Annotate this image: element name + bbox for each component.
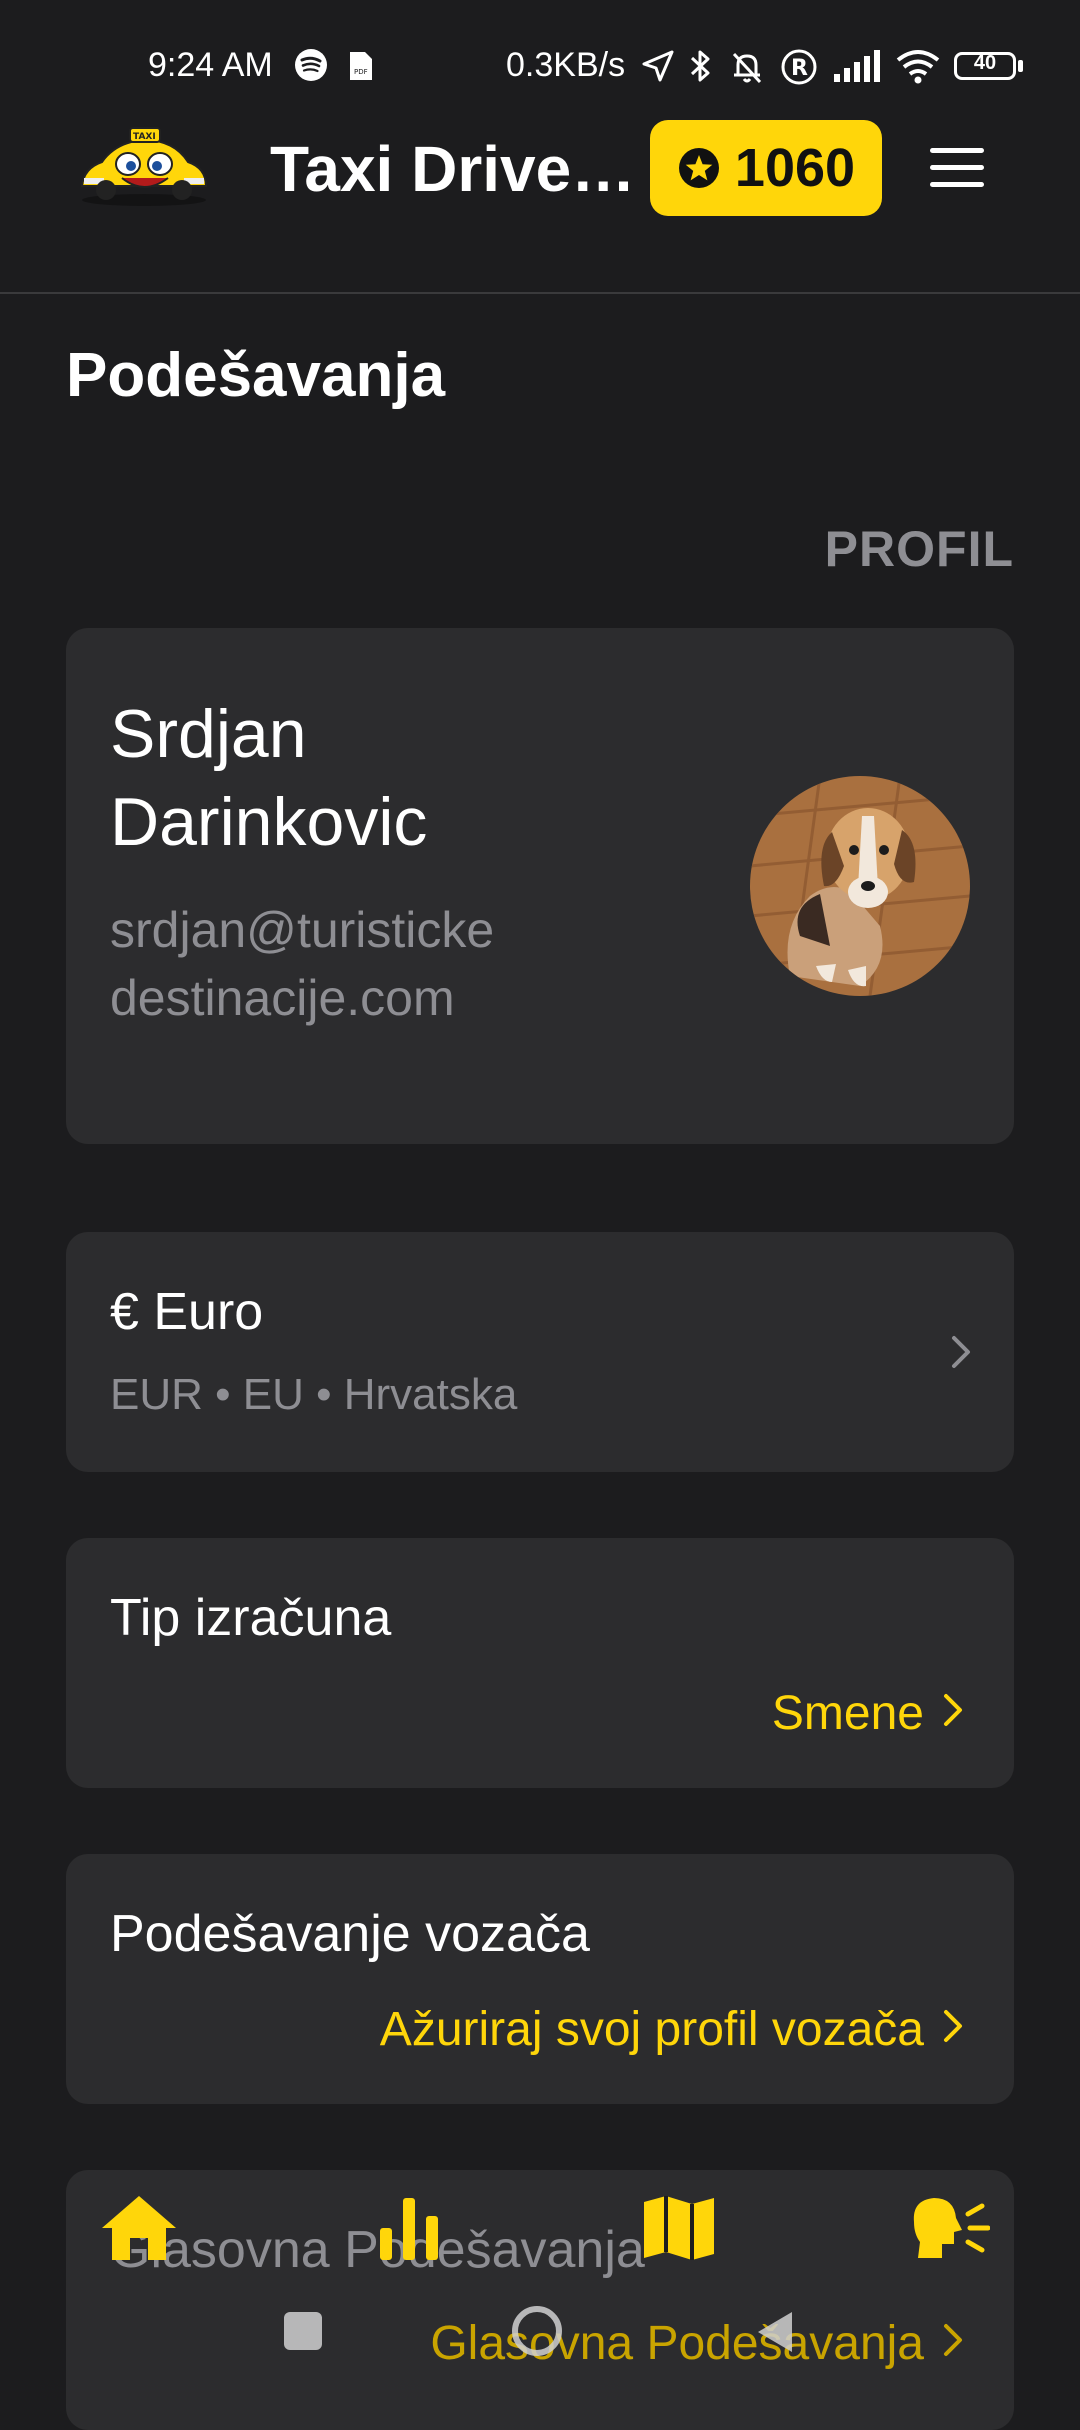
avatar[interactable] bbox=[750, 776, 970, 996]
bottom-navigation bbox=[0, 2170, 1080, 2290]
wifi-icon bbox=[896, 50, 940, 84]
header-divider bbox=[0, 292, 1080, 294]
calculation-value-link[interactable]: Smene bbox=[772, 1686, 924, 1741]
taxi-logo-icon: TAXI bbox=[80, 127, 208, 206]
battery-level: 40 bbox=[973, 52, 997, 74]
driver-settings-title: Podešavanje vozača bbox=[110, 1905, 590, 1963]
points-badge[interactable]: 1060 bbox=[650, 120, 882, 216]
hamburger-menu-icon[interactable] bbox=[930, 148, 984, 190]
location-icon bbox=[642, 50, 674, 82]
app-header: TAXI Taxi Driver... 1060 bbox=[0, 110, 1080, 290]
driver-profile-link[interactable]: Ažuriraj svoj profil vozača bbox=[380, 2002, 924, 2057]
calculation-type-card[interactable]: Tip izračuna Smene bbox=[66, 1538, 1014, 1788]
bluetooth-icon bbox=[690, 50, 710, 82]
back-button[interactable] bbox=[752, 2308, 796, 2356]
chevron-right-icon bbox=[952, 1336, 970, 1368]
page-title: Podešavanja bbox=[66, 341, 446, 410]
stats-icon[interactable] bbox=[374, 2192, 444, 2264]
profile-card[interactable]: Srdjan Darinkovic srdjan@turistickedesti… bbox=[66, 628, 1014, 1144]
network-speed: 0.3KB/s bbox=[506, 46, 626, 84]
voice-icon[interactable] bbox=[906, 2192, 990, 2264]
svg-text:TAXI: TAXI bbox=[133, 132, 156, 142]
star-coin-icon bbox=[678, 148, 719, 188]
home-icon[interactable] bbox=[98, 2192, 180, 2264]
recents-button[interactable] bbox=[284, 2312, 322, 2350]
profile-email: srdjan@turistickedestinacije.com bbox=[110, 902, 495, 1026]
signal-icon bbox=[834, 50, 880, 82]
currency-subtitle: EUR • EU • Hrvatska bbox=[110, 1370, 518, 1419]
section-label-profile: PROFIL bbox=[824, 521, 1014, 577]
system-navigation-bar bbox=[0, 2290, 1080, 2400]
driver-settings-card[interactable]: Podešavanje vozača Ažuriraj svoj profil … bbox=[66, 1854, 1014, 2104]
svg-text:PDF: PDF bbox=[354, 68, 368, 76]
currency-card[interactable]: € Euro EUR • EU • Hrvatska bbox=[66, 1232, 1014, 1472]
registered-icon: R bbox=[781, 49, 817, 85]
currency-title: € Euro bbox=[110, 1283, 264, 1341]
points-value: 1060 bbox=[734, 138, 856, 198]
home-button[interactable] bbox=[512, 2306, 562, 2356]
chevron-right-icon bbox=[944, 2010, 962, 2042]
calculation-title: Tip izračuna bbox=[110, 1589, 392, 1647]
pdf-icon: PDF bbox=[350, 52, 372, 80]
chevron-right-icon bbox=[944, 1694, 962, 1726]
battery-icon: 40 bbox=[954, 52, 1016, 80]
app-title: Taxi Driver... bbox=[270, 133, 642, 205]
avatar-dog-image bbox=[750, 776, 970, 996]
map-icon[interactable] bbox=[638, 2192, 720, 2264]
profile-name: Srdjan Darinkovic bbox=[110, 696, 428, 860]
svg-text:R: R bbox=[791, 56, 808, 81]
mute-bell-icon bbox=[732, 52, 762, 84]
spotify-icon bbox=[295, 49, 327, 81]
status-time: 9:24 AM bbox=[148, 46, 273, 84]
